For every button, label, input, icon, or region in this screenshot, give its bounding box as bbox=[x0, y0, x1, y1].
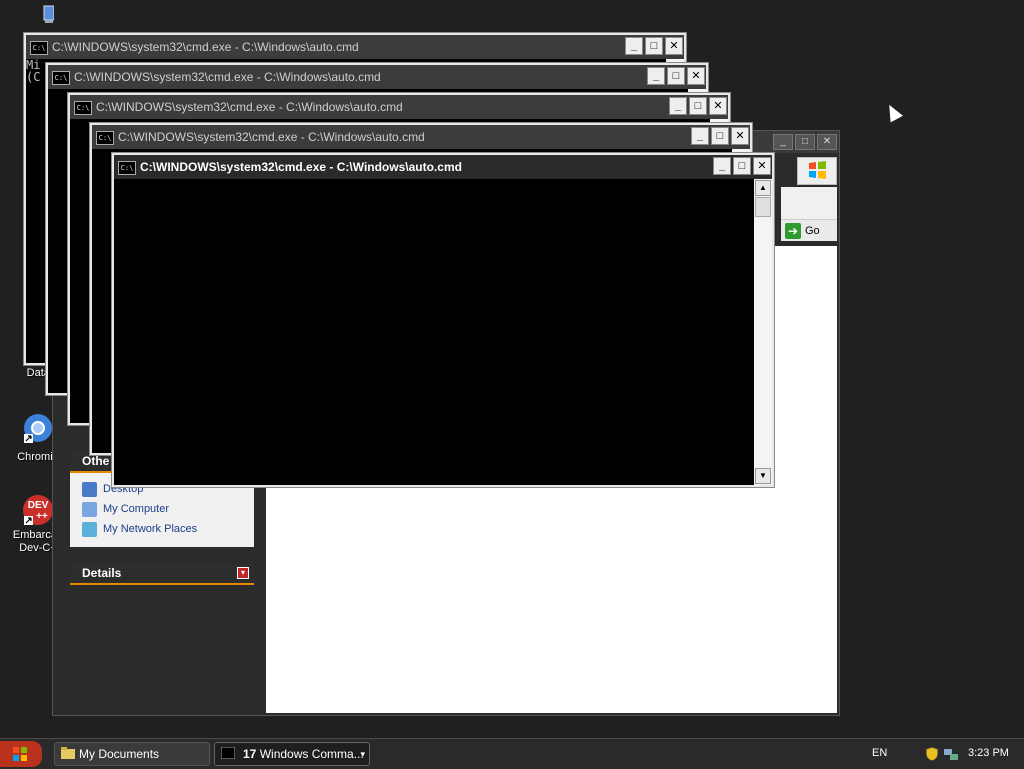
close-button[interactable]: ✕ bbox=[709, 97, 727, 115]
security-shield-icon[interactable] bbox=[925, 746, 939, 762]
cmd-window-title: C:\WINDOWS\system32\cmd.exe - C:\Windows… bbox=[140, 160, 462, 174]
cmd-icon bbox=[221, 747, 235, 759]
vertical-scrollbar[interactable]: ▲ ▼ bbox=[754, 179, 772, 485]
folder-icon bbox=[61, 747, 75, 759]
cmd-titlebar[interactable]: C:\ C:\WINDOWS\system32\cmd.exe - C:\Win… bbox=[92, 125, 750, 149]
minimize-button[interactable]: _ bbox=[713, 157, 731, 175]
minimize-button[interactable]: _ bbox=[647, 67, 665, 85]
close-button[interactable]: ✕ bbox=[753, 157, 771, 175]
window-controls: _ □ ✕ bbox=[691, 127, 749, 145]
scroll-up-arrow-icon[interactable]: ▲ bbox=[755, 180, 771, 196]
windows-logo-icon bbox=[13, 747, 27, 761]
taskbar-item-windows-command-group[interactable]: 17 Windows Comma... ▾ bbox=[214, 742, 370, 766]
window-controls: _ □ ✕ bbox=[713, 157, 771, 175]
desktop-icon bbox=[82, 481, 97, 497]
window-controls: _ □ ✕ bbox=[625, 37, 683, 55]
console-output[interactable] bbox=[114, 179, 754, 485]
cmd-icon: C:\ bbox=[74, 101, 92, 115]
network-tray-icon[interactable] bbox=[943, 746, 959, 762]
cmd-titlebar[interactable]: C:\ C:\WINDOWS\system32\cmd.exe - C:\Win… bbox=[48, 65, 706, 89]
go-arrow-icon: ➔ bbox=[785, 222, 801, 239]
computer-icon bbox=[82, 501, 97, 517]
computer-icon bbox=[43, 5, 55, 23]
maximize-button[interactable]: □ bbox=[645, 37, 663, 55]
cmd-window-title: C:\WINDOWS\system32\cmd.exe - C:\Windows… bbox=[74, 70, 381, 84]
cmd-titlebar[interactable]: C:\ C:\WINDOWS\system32\cmd.exe - C:\Win… bbox=[70, 95, 728, 119]
taskbar-item-label: Windows Comma... bbox=[259, 747, 364, 761]
chromium-icon bbox=[24, 414, 52, 443]
scrollbar-thumb[interactable] bbox=[755, 197, 771, 217]
cmd-window-title: C:\WINDOWS\system32\cmd.exe - C:\Windows… bbox=[96, 100, 403, 114]
minimize-button[interactable]: _ bbox=[625, 37, 643, 55]
start-button[interactable] bbox=[0, 741, 42, 767]
cmd-titlebar[interactable]: C:\ C:\WINDOWS\system32\cmd.exe - C:\Win… bbox=[114, 155, 772, 179]
mouse-cursor-icon bbox=[883, 101, 903, 123]
close-button[interactable]: ✕ bbox=[687, 67, 705, 85]
maximize-button[interactable]: □ bbox=[689, 97, 707, 115]
explorer-minimize-button[interactable]: _ bbox=[773, 134, 793, 150]
cmd-window-title: C:\WINDOWS\system32\cmd.exe - C:\Windows… bbox=[118, 130, 425, 144]
other-places-item-label: My Network Places bbox=[103, 523, 198, 535]
taskbar-item-label: My Documents bbox=[79, 747, 160, 761]
other-places-item-my-computer[interactable]: My Computer bbox=[70, 499, 254, 519]
system-clock[interactable]: 3:23 PM bbox=[968, 747, 1009, 759]
cmd-icon: C:\ bbox=[118, 161, 136, 175]
details-header[interactable]: Details ▾ bbox=[70, 563, 254, 585]
go-button[interactable]: ➔ Go bbox=[781, 219, 837, 241]
close-button[interactable]: ✕ bbox=[731, 127, 749, 145]
window-controls: _ □ ✕ bbox=[669, 97, 727, 115]
cmd-icon: C:\ bbox=[52, 71, 70, 85]
cmd-titlebar[interactable]: C:\ C:\WINDOWS\system32\cmd.exe - C:\Win… bbox=[26, 35, 684, 59]
details-title: Details bbox=[82, 566, 122, 580]
maximize-button[interactable]: □ bbox=[733, 157, 751, 175]
taskbar-item-my-documents[interactable]: My Documents bbox=[54, 742, 210, 766]
devcpp-icon: DEV ++ bbox=[22, 494, 54, 526]
chevron-down-icon[interactable]: ▾ bbox=[360, 743, 365, 765]
cmd-icon: C:\ bbox=[96, 131, 114, 145]
close-button[interactable]: ✕ bbox=[665, 37, 683, 55]
other-places-item-my-network-places[interactable]: My Network Places bbox=[70, 519, 254, 539]
cmd-window-title: C:\WINDOWS\system32\cmd.exe - C:\Windows… bbox=[52, 40, 359, 54]
taskbar-group-count: 17 bbox=[243, 747, 257, 761]
language-indicator[interactable]: EN bbox=[872, 747, 887, 759]
other-places-title: Othe bbox=[82, 454, 110, 468]
explorer-maximize-button[interactable]: □ bbox=[795, 134, 815, 150]
taskbar: My Documents 17 Windows Comma... ▾ EN 3:… bbox=[0, 738, 1024, 769]
cmd-icon: C:\ bbox=[30, 41, 48, 55]
other-places-item-label: My Computer bbox=[103, 503, 170, 515]
minimize-button[interactable]: _ bbox=[669, 97, 687, 115]
minimize-button[interactable]: _ bbox=[691, 127, 709, 145]
network-icon bbox=[82, 521, 97, 537]
windows-logo-icon bbox=[797, 157, 837, 185]
details-panel: Details ▾ bbox=[70, 563, 254, 585]
chevron-down-icon[interactable]: ▾ bbox=[237, 567, 249, 579]
window-controls: _ □ ✕ bbox=[647, 67, 705, 85]
go-label: Go bbox=[805, 224, 820, 237]
cmd-window-5-active[interactable]: C:\ C:\WINDOWS\system32\cmd.exe - C:\Win… bbox=[111, 152, 775, 488]
maximize-button[interactable]: □ bbox=[711, 127, 729, 145]
scroll-down-arrow-icon[interactable]: ▼ bbox=[755, 468, 771, 484]
desktop: My Re N No DataWa Chromiu DEV ++ Embarca… bbox=[0, 0, 1024, 738]
maximize-button[interactable]: □ bbox=[667, 67, 685, 85]
explorer-close-button[interactable]: ✕ bbox=[817, 134, 837, 150]
